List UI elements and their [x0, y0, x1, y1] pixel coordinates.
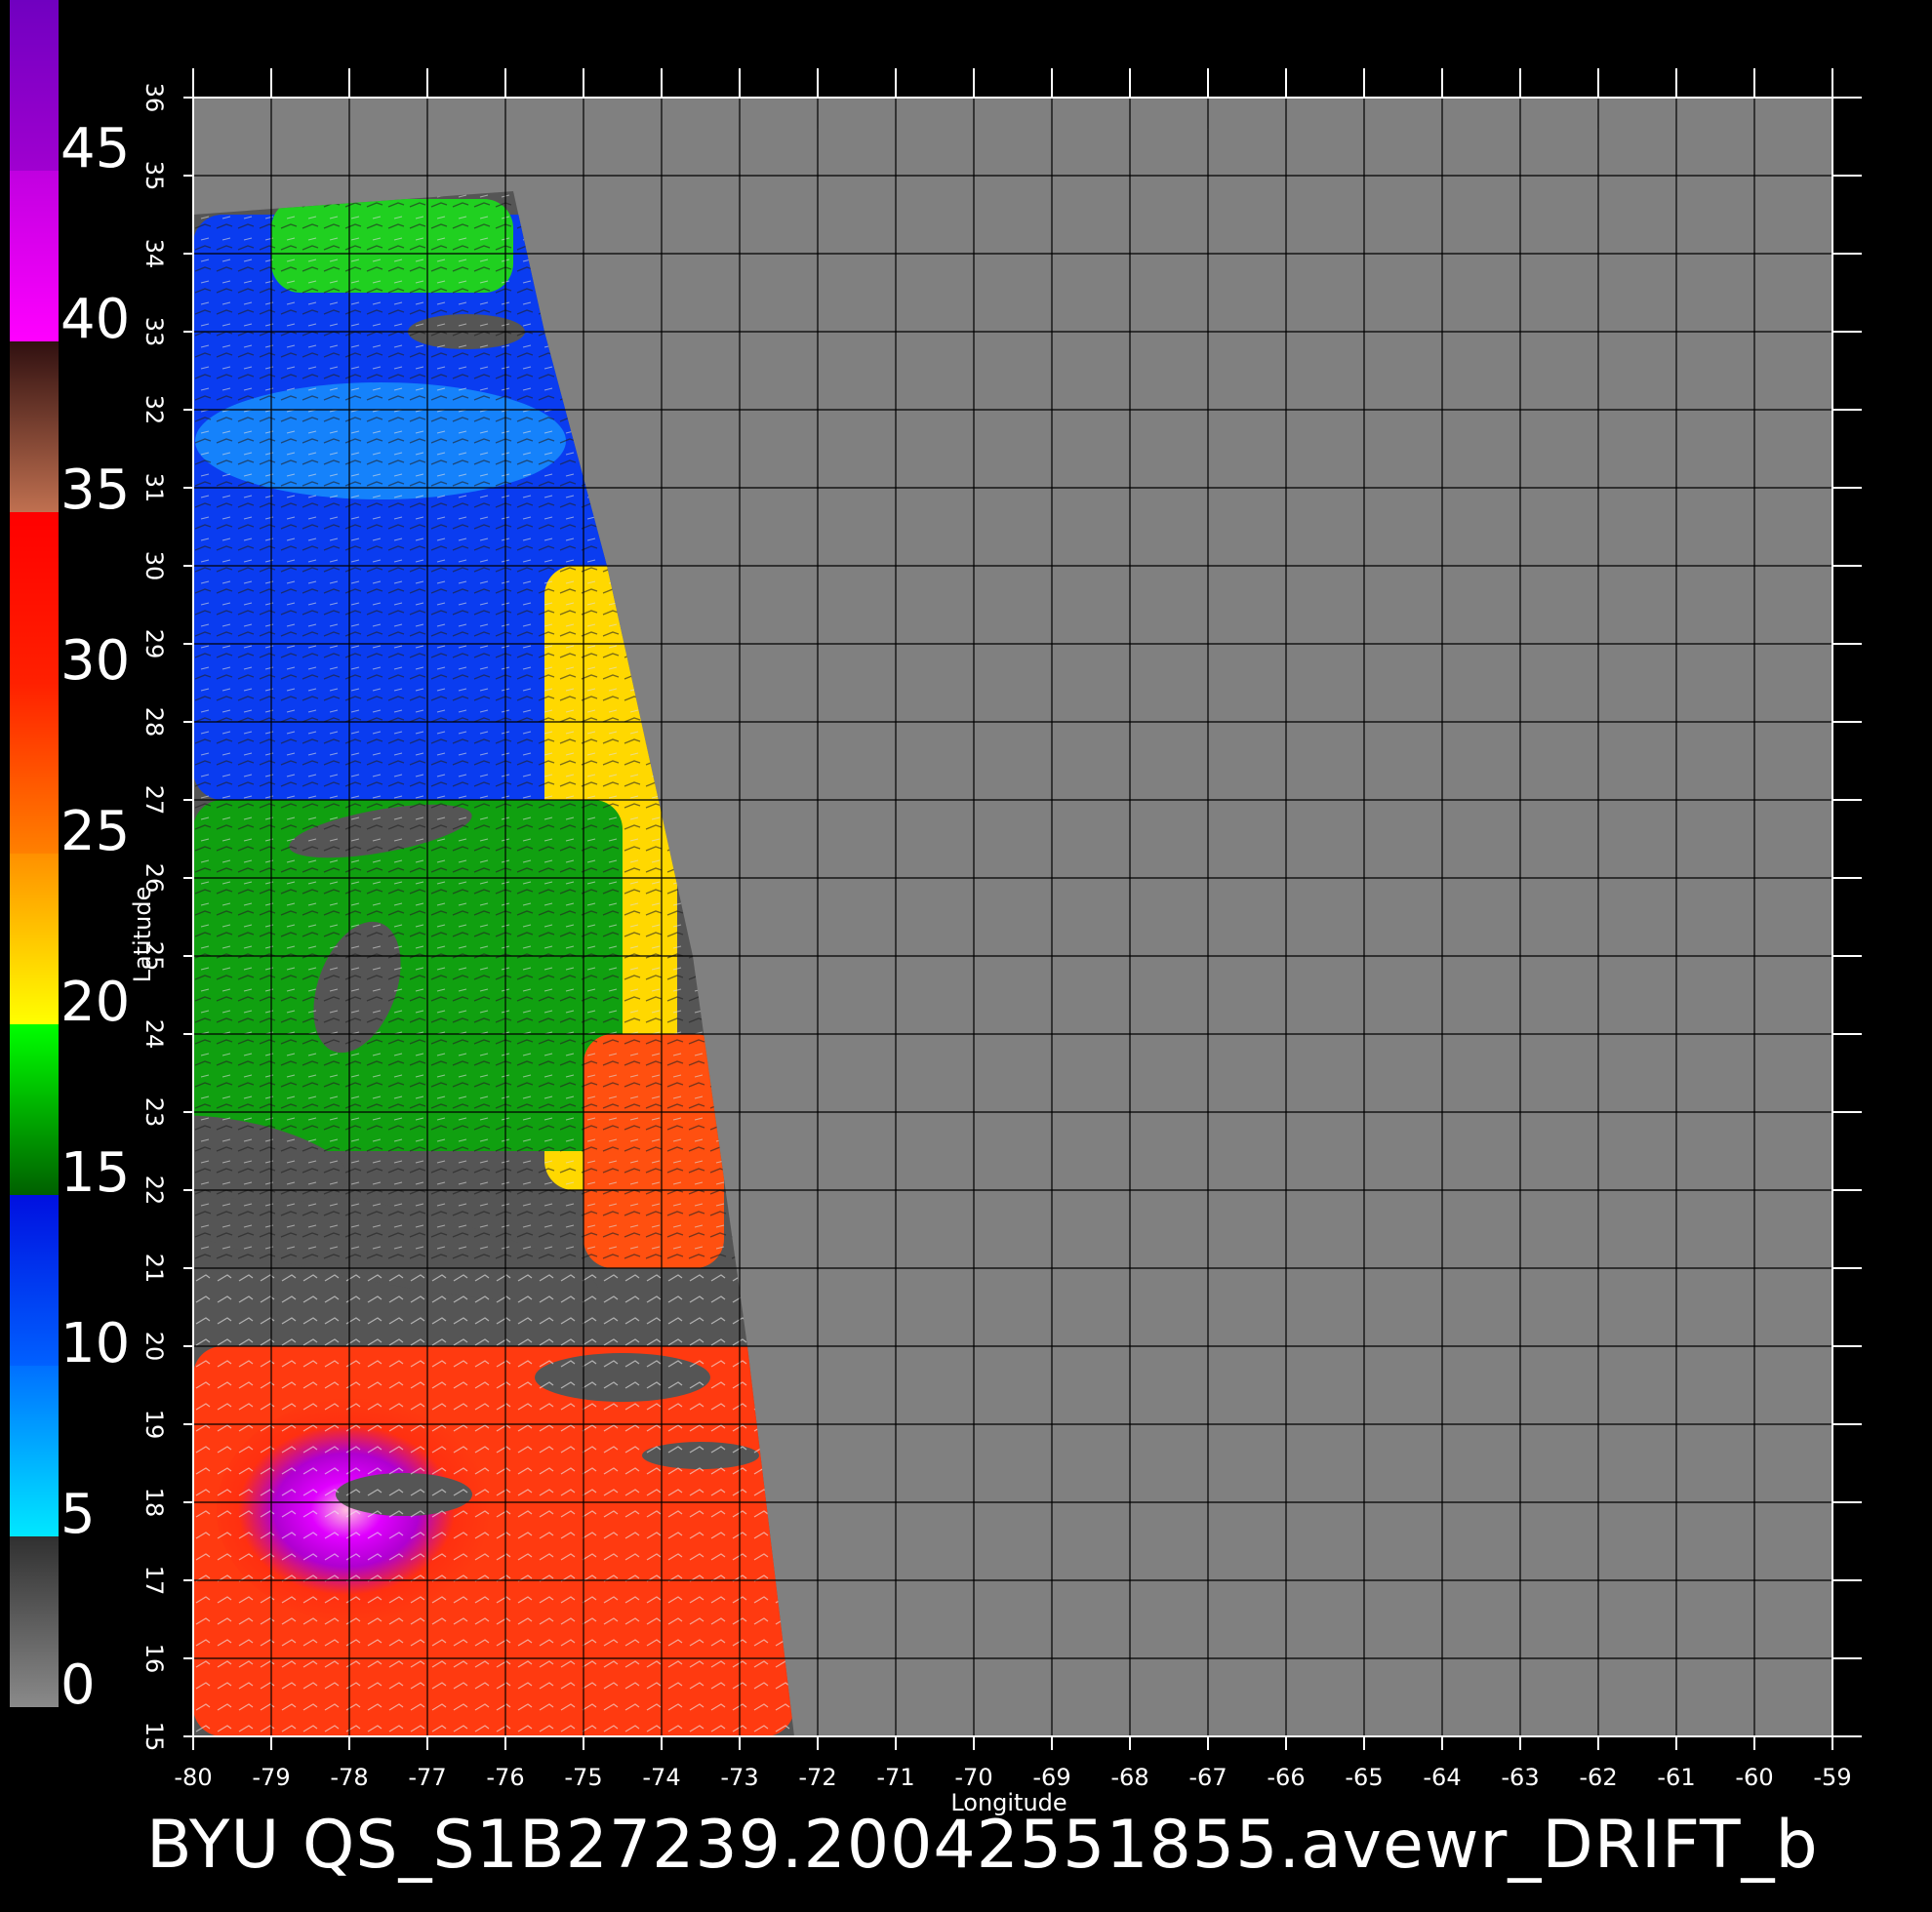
colorbar-label: 0 [60, 1653, 96, 1717]
x-tick-label: -66 [1267, 1764, 1306, 1791]
y-tick-label: 20 [141, 1331, 168, 1362]
y-tick-label: 21 [141, 1253, 168, 1284]
y-tick-label: 17 [141, 1565, 168, 1596]
x-tick-label: -67 [1188, 1764, 1228, 1791]
colorbar-label: 10 [60, 1312, 131, 1375]
colorbar-band [10, 1536, 59, 1707]
colorbar-label: 35 [60, 458, 131, 522]
x-tick-label: -61 [1657, 1764, 1696, 1791]
y-tick-label: 29 [141, 628, 168, 659]
y-tick-label: 36 [141, 82, 168, 113]
y-tick-label: 24 [141, 1018, 168, 1050]
x-tick-label: -70 [954, 1764, 993, 1791]
y-tick-label: 18 [141, 1487, 168, 1518]
colorbar-band [10, 171, 59, 341]
y-tick-label: 34 [141, 238, 168, 269]
y-tick-label: 31 [141, 472, 168, 503]
x-tick-label: -63 [1501, 1764, 1540, 1791]
x-tick-label: -79 [252, 1764, 291, 1791]
colorbar-band [10, 512, 59, 683]
colorbar-band [10, 1366, 59, 1536]
map-svg [10, 0, 1862, 1750]
x-tick-label: -68 [1110, 1764, 1149, 1791]
colorbar [10, 0, 59, 1707]
x-tick-label: -60 [1735, 1764, 1774, 1791]
x-tick-label: -65 [1345, 1764, 1384, 1791]
map-figure: 0 5 10 15 20 25 30 35 40 45 -80 -79 -78 -77 -76 -75 -74… [0, 0, 1932, 1912]
y-tick-label: 33 [141, 316, 168, 347]
x-tick-label: -74 [642, 1764, 681, 1791]
y-tick-label: 28 [141, 706, 168, 737]
x-tick-label: -62 [1579, 1764, 1618, 1791]
colorbar-label: 20 [60, 971, 131, 1034]
colorbar-label: 25 [60, 800, 131, 863]
y-axis-label: Latitude [129, 886, 156, 983]
colorbar-band [10, 1195, 59, 1366]
colorbar-label: 30 [60, 629, 131, 693]
x-tick-label: -64 [1423, 1764, 1462, 1791]
x-tick-label: -59 [1813, 1764, 1852, 1791]
figure-title: BYU QS_S1B27239.20042551855.avewr_DRIFT_… [146, 1807, 1819, 1884]
colorbar-band [10, 854, 59, 1024]
colorbar-band [10, 0, 59, 171]
y-tick-label: 16 [141, 1643, 168, 1674]
x-tick-label: -71 [876, 1764, 915, 1791]
x-tick-label: -80 [174, 1764, 213, 1791]
y-tick-label: 30 [141, 550, 168, 581]
colorbar-band [10, 1024, 59, 1195]
y-tick-label: 23 [141, 1096, 168, 1128]
colorbar-label: 40 [60, 288, 131, 351]
x-tick-label: -77 [408, 1764, 447, 1791]
x-tick-label: -73 [720, 1764, 759, 1791]
colorbar-band [10, 341, 59, 512]
y-tick-label: 32 [141, 394, 168, 425]
x-tick-label: -69 [1032, 1764, 1071, 1791]
y-tick-label: 27 [141, 784, 168, 816]
colorbar-label: 45 [60, 117, 131, 180]
x-tick-label: -76 [486, 1764, 525, 1791]
x-tick-label: -75 [564, 1764, 603, 1791]
colorbar-label: 15 [60, 1141, 131, 1205]
colorbar-label: 5 [60, 1483, 96, 1546]
y-tick-label: 22 [141, 1175, 168, 1206]
y-tick-label: 19 [141, 1409, 168, 1440]
y-tick-label: 35 [141, 160, 168, 191]
colorbar-band [10, 683, 59, 854]
y-tick-label: 15 [141, 1721, 168, 1752]
x-tick-label: -72 [798, 1764, 837, 1791]
x-tick-label: -78 [330, 1764, 369, 1791]
